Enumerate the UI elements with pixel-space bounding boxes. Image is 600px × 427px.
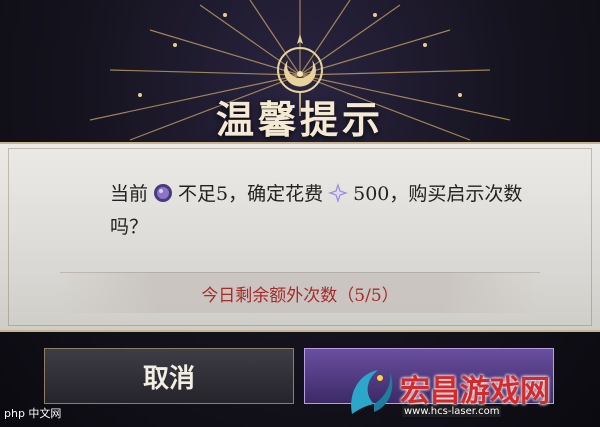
site-logo-icon bbox=[351, 370, 393, 414]
dialog-message: 当前 不足5，确定花费 500，购买启示次数 吗？ bbox=[110, 178, 530, 244]
dialog-title: 温馨提示 bbox=[215, 96, 384, 142]
message-mid: 不足5，确定花费 bbox=[178, 183, 324, 205]
message-line2: 吗？ bbox=[110, 216, 149, 238]
purple-orb-icon bbox=[154, 184, 173, 202]
cancel-button[interactable]: 取消 bbox=[44, 348, 294, 404]
star-crystal-icon bbox=[328, 183, 349, 203]
remaining-attempts-notice: 今日剩余额外次数（5/5） bbox=[60, 272, 540, 313]
message-cost: 500，购买启示次数 bbox=[353, 183, 523, 205]
site-url: www.hcs-laser.com bbox=[402, 406, 502, 417]
site-name: 宏昌游戏网 bbox=[400, 374, 550, 409]
site-watermark: 宏昌游戏网 www.hcs-laser.com bbox=[340, 360, 598, 424]
message-prefix: 当前 bbox=[110, 183, 149, 205]
php-watermark: php 中文网 bbox=[4, 407, 62, 420]
